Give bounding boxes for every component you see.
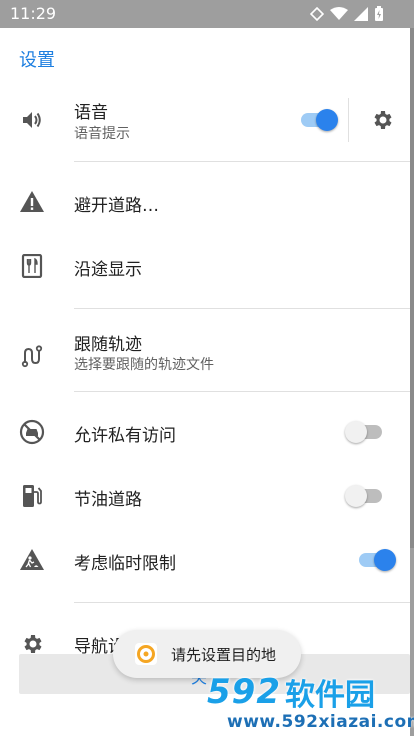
setting-fuel-efficient-roads-title: 节油道路 [74,490,142,510]
page-title: 设置 [19,50,55,71]
road-works-icon [18,546,46,574]
divider [74,602,410,603]
no-entry-car-icon [18,418,46,446]
watermark-text: 软件园 [284,678,375,713]
watermark: 592 软件园 www.592xiazai.com [207,672,414,736]
restaurant-icon [18,252,46,280]
private-access-toggle[interactable] [345,417,385,447]
setting-temporary-restrictions-title: 考虑临时限制 [74,554,176,574]
watermark-url: www.592xiazai.com [227,712,414,732]
setting-follow-track-subtitle: 选择要跟随的轨迹文件 [74,357,214,373]
setting-show-along-route-title: 沿途显示 [74,260,142,280]
setting-avoid-roads[interactable]: 避开道路… [0,172,410,232]
app-logo-icon [135,643,157,665]
fuel-efficient-toggle[interactable] [345,481,385,511]
fuel-pump-icon [18,482,46,510]
signal-diamond-icon [310,7,324,21]
setting-follow-track[interactable]: 跟随轨迹 选择要跟随的轨迹文件 [0,320,410,384]
setting-allow-private-access-title: 允许私有访问 [74,426,176,446]
speaker-icon [18,106,46,134]
setting-voice-subtitle: 语音提示 [74,126,130,142]
toast-text: 请先设置目的地 [171,646,277,664]
setting-show-along-route[interactable]: 沿途显示 [0,236,410,296]
status-icons [310,6,384,22]
status-time: 11:29 [10,4,57,23]
scrollbar[interactable] [410,28,414,548]
setting-allow-private-access[interactable]: 允许私有访问 [0,402,410,462]
warning-icon [18,188,46,216]
status-bar: 11:29 [0,0,414,28]
wifi-icon [330,7,348,20]
setting-avoid-roads-title: 避开道路… [74,196,159,216]
setting-temporary-restrictions[interactable]: 考虑临时限制 [0,530,410,590]
divider [74,391,410,392]
voice-settings-button[interactable] [366,106,398,136]
setting-follow-track-title: 跟随轨迹 [74,335,142,355]
setting-fuel-efficient-roads[interactable]: 节油道路 [0,466,410,526]
cell-signal-icon [354,7,368,21]
vertical-divider [348,98,349,142]
divider [74,308,410,309]
toast-message: 请先设置目的地 [113,630,301,678]
battery-charging-icon [375,6,383,21]
watermark-number: 592 [207,672,281,712]
setting-voice-title: 语音 [74,103,108,123]
gear-icon [374,111,392,129]
temporary-restrictions-toggle[interactable] [356,545,396,575]
voice-toggle[interactable] [298,105,338,135]
divider [74,161,410,162]
track-route-icon [18,342,46,370]
